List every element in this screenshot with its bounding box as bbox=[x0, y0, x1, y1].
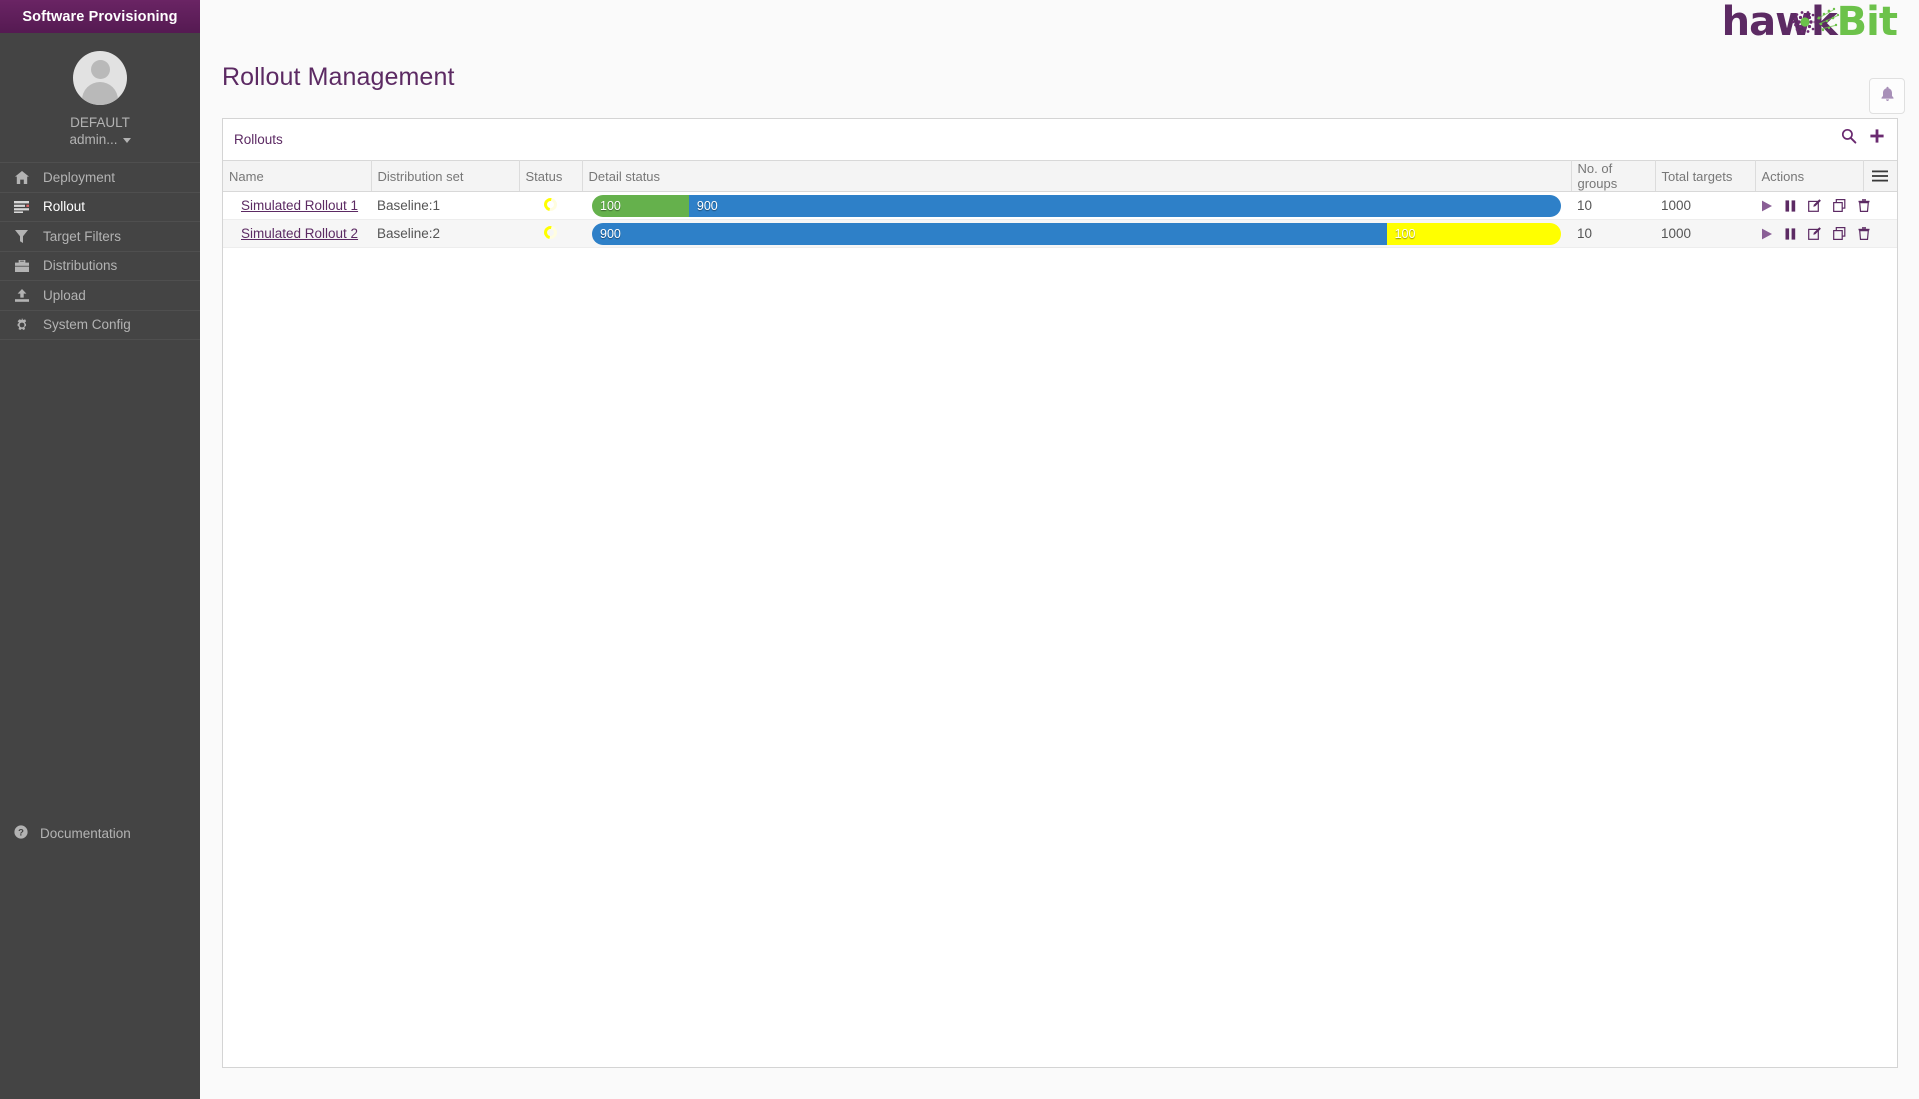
cell-actions bbox=[1755, 220, 1897, 248]
search-icon[interactable] bbox=[1841, 128, 1857, 144]
cell-distribution-set: Baseline:2 bbox=[371, 220, 519, 248]
sidebar-item-label: Distributions bbox=[43, 258, 117, 273]
user-account-menu[interactable]: admin... bbox=[69, 131, 130, 148]
column-header-actions[interactable]: Actions bbox=[1755, 161, 1863, 192]
sidebar-item-target-filters[interactable]: Target Filters bbox=[0, 222, 200, 252]
sidebar-item-label: System Config bbox=[43, 317, 131, 332]
cell-total-targets: 1000 bbox=[1655, 220, 1755, 248]
sidebar-item-label: Deployment bbox=[43, 170, 115, 185]
table-row[interactable]: Simulated Rollout 1 Baseline:1 100 900 bbox=[223, 192, 1897, 220]
cell-name: Simulated Rollout 1 bbox=[223, 192, 371, 220]
delete-icon[interactable] bbox=[1858, 199, 1870, 212]
rollout-name-link[interactable]: Simulated Rollout 2 bbox=[229, 226, 358, 241]
sidebar: Software Provisioning DEFAULT admin... D… bbox=[0, 0, 200, 1099]
upload-icon bbox=[14, 289, 29, 302]
column-header-name[interactable]: Name bbox=[223, 161, 371, 192]
user-account-label: admin... bbox=[69, 131, 117, 148]
progress-segment-running: 100 bbox=[1387, 223, 1561, 245]
sidebar-nav: Deployment Rollout T bbox=[0, 162, 200, 340]
cell-detail-status: 900 100 bbox=[582, 220, 1571, 248]
home-icon bbox=[14, 171, 29, 184]
rollouts-panel: Rollouts bbox=[222, 118, 1898, 1068]
briefcase-icon bbox=[14, 260, 29, 272]
cell-distribution-set: Baseline:1 bbox=[371, 192, 519, 220]
cell-total-targets: 1000 bbox=[1655, 192, 1755, 220]
table-row[interactable]: Simulated Rollout 2 Baseline:2 900 100 bbox=[223, 220, 1897, 248]
application-root: Software Provisioning DEFAULT admin... D… bbox=[0, 0, 1919, 1099]
filter-icon bbox=[14, 230, 29, 243]
sidebar-item-distributions[interactable]: Distributions bbox=[0, 252, 200, 282]
tab-rollouts[interactable]: Rollouts bbox=[234, 132, 283, 147]
brand-bar: Software Provisioning bbox=[0, 0, 200, 33]
detail-status-progress-bar: 100 900 bbox=[592, 195, 1561, 217]
brand-title: Software Provisioning bbox=[22, 9, 177, 25]
cell-no-of-groups: 10 bbox=[1571, 220, 1655, 248]
sidebar-item-deployment[interactable]: Deployment bbox=[0, 163, 200, 193]
cell-actions bbox=[1755, 192, 1897, 220]
copy-icon[interactable] bbox=[1833, 227, 1846, 240]
running-spinner-icon bbox=[541, 223, 559, 241]
copy-icon[interactable] bbox=[1833, 199, 1846, 212]
column-header-total-targets[interactable]: Total targets bbox=[1655, 161, 1755, 192]
table-header-row: Name Distribution set Status Detail stat… bbox=[223, 161, 1897, 192]
notification-button[interactable] bbox=[1869, 78, 1905, 114]
cell-status bbox=[519, 192, 582, 220]
play-icon[interactable] bbox=[1761, 200, 1773, 212]
column-header-status[interactable]: Status bbox=[519, 161, 582, 192]
row-actions bbox=[1759, 199, 1897, 212]
hamburger-menu-icon[interactable] bbox=[1864, 170, 1898, 182]
hawkbit-logo: hawk Bit bbox=[1722, 5, 1897, 39]
rollout-name-link[interactable]: Simulated Rollout 1 bbox=[229, 198, 358, 213]
cell-no-of-groups: 10 bbox=[1571, 192, 1655, 220]
panel-tabbar: Rollouts bbox=[223, 119, 1897, 160]
svg-text:?: ? bbox=[18, 827, 24, 838]
edit-icon[interactable] bbox=[1808, 199, 1821, 212]
panel-tabbar-actions bbox=[1841, 128, 1885, 144]
sidebar-item-label: Target Filters bbox=[43, 229, 121, 244]
pause-icon[interactable] bbox=[1785, 228, 1796, 240]
dandelion-icon bbox=[1783, 3, 1845, 48]
main-content: hawk Bit Rollout Management Rollouts bbox=[200, 0, 1919, 1099]
table-header: Name Distribution set Status Detail stat… bbox=[223, 161, 1897, 192]
plus-icon[interactable] bbox=[1869, 128, 1885, 144]
sidebar-item-label: Rollout bbox=[43, 199, 85, 214]
table-body: Simulated Rollout 1 Baseline:1 100 900 bbox=[223, 192, 1897, 248]
column-header-no-of-groups[interactable]: No. of groups bbox=[1571, 161, 1655, 192]
avatar bbox=[73, 51, 127, 105]
user-name: DEFAULT bbox=[70, 114, 130, 131]
play-icon[interactable] bbox=[1761, 228, 1773, 240]
column-header-menu[interactable] bbox=[1863, 161, 1897, 192]
cell-name: Simulated Rollout 2 bbox=[223, 220, 371, 248]
cell-status bbox=[519, 220, 582, 248]
sidebar-item-system-config[interactable]: System Config bbox=[0, 311, 200, 341]
rollouts-table: Name Distribution set Status Detail stat… bbox=[223, 160, 1897, 248]
sidebar-spacer bbox=[0, 340, 200, 815]
sidebar-item-rollout[interactable]: Rollout bbox=[0, 193, 200, 223]
detail-status-progress-bar: 900 100 bbox=[592, 223, 1561, 245]
sidebar-item-label: Upload bbox=[43, 288, 86, 303]
gear-icon bbox=[14, 318, 29, 332]
documentation-label: Documentation bbox=[40, 826, 131, 841]
pause-icon[interactable] bbox=[1785, 200, 1796, 212]
help-icon: ? bbox=[14, 825, 28, 842]
cell-detail-status: 100 900 bbox=[582, 192, 1571, 220]
column-header-distribution-set[interactable]: Distribution set bbox=[371, 161, 519, 192]
logo-bit-text: Bit bbox=[1837, 5, 1897, 39]
sidebar-item-documentation[interactable]: ? Documentation bbox=[0, 815, 200, 851]
row-actions bbox=[1759, 227, 1897, 240]
rollout-icon bbox=[14, 201, 29, 213]
bell-icon bbox=[1880, 86, 1895, 107]
column-header-detail-status[interactable]: Detail status bbox=[582, 161, 1571, 192]
progress-segment-finished: 100 bbox=[592, 195, 689, 217]
page-title: Rollout Management bbox=[222, 63, 455, 92]
running-spinner-icon bbox=[541, 195, 559, 213]
progress-segment-scheduled: 900 bbox=[689, 195, 1561, 217]
edit-icon[interactable] bbox=[1808, 227, 1821, 240]
user-block[interactable]: DEFAULT admin... bbox=[0, 33, 200, 162]
sidebar-item-upload[interactable]: Upload bbox=[0, 281, 200, 311]
chevron-down-icon bbox=[123, 138, 131, 143]
progress-segment-scheduled: 900 bbox=[592, 223, 1387, 245]
delete-icon[interactable] bbox=[1858, 227, 1870, 240]
